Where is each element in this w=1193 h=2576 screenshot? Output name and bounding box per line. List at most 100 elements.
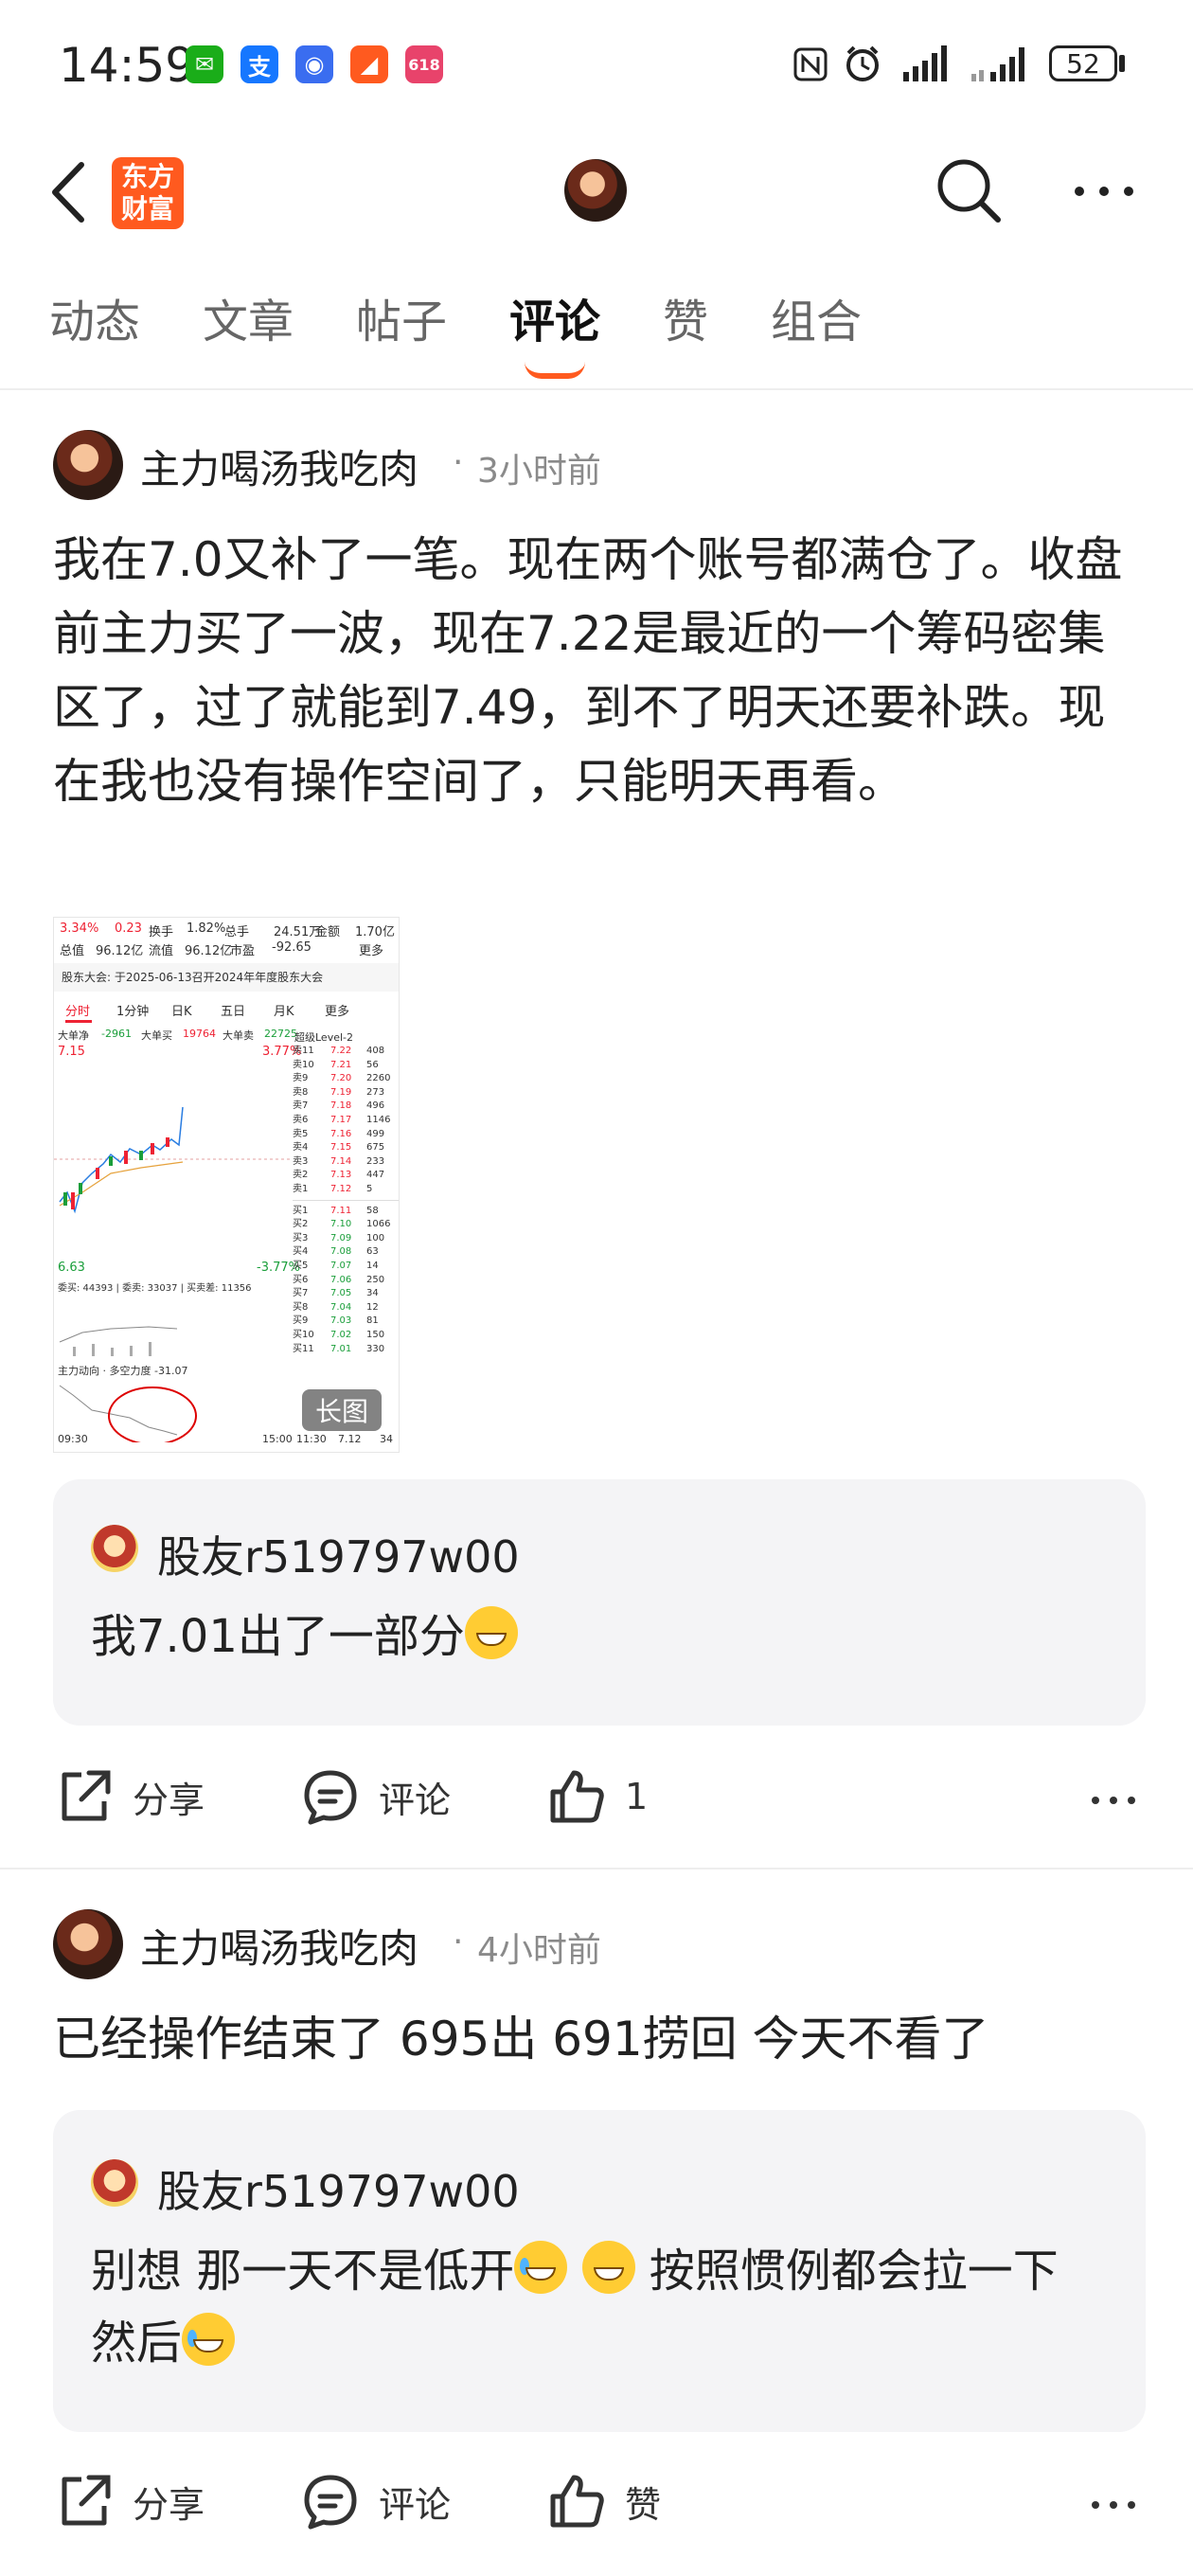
img-orderbook-row: 买9 7.03 81 (293, 1315, 399, 1328)
comment-button[interactable]: 评论 (301, 1767, 451, 1826)
img-float: 96.12亿 (185, 944, 233, 958)
reply-text: 别想 那一天不是低开 按照惯例都会拉一下 然后 (91, 2235, 1113, 2379)
search-icon[interactable] (934, 155, 1004, 225)
laugh-cry-emoji (514, 2241, 568, 2294)
img-orderbook-cell: 卖2 (293, 1170, 309, 1181)
img-pe: -92.65 (272, 940, 312, 955)
img-orderbook-cell: 7.05 (330, 1288, 352, 1299)
tab-portfolio[interactable]: 组合 (771, 284, 862, 350)
header-avatar[interactable] (564, 159, 627, 222)
img-orderbook-cell: 卖4 (293, 1142, 309, 1154)
share-button[interactable]: 分享 (55, 1767, 205, 1826)
tab-likes[interactable]: 赞 (663, 284, 708, 350)
img-flow-net: -2961 (101, 1028, 132, 1040)
comment-label: 评论 (379, 2483, 452, 2526)
quoted-reply[interactable]: 股友r519797w00 别想 那一天不是低开 按照惯例都会拉一下 然后 (53, 2110, 1146, 2432)
like-button[interactable]: 1 (547, 1767, 648, 1826)
img-orderbook-cell: 150 (366, 1330, 385, 1340)
alipay-icon: 支 (240, 45, 278, 83)
reply-user[interactable]: 股友r519797w00 (157, 2157, 520, 2220)
img-orderbook-row: 买4 7.08 63 (293, 1245, 399, 1259)
img-period-tab: 月K (274, 1005, 294, 1019)
img-orderbook-cell: 卖5 (293, 1128, 309, 1139)
img-orderbook-cell: 买6 (293, 1274, 309, 1285)
img-intraday-chart (54, 1106, 291, 1214)
img-orderbook-cell: 7.18 (330, 1100, 352, 1112)
img-orderbook-cell: 7.11 (330, 1205, 352, 1216)
img-orderbook-row: 买11 7.01 330 (293, 1343, 399, 1356)
tab-comments[interactable]: 评论 (509, 284, 600, 350)
img-period-tab: 更多 (325, 1005, 350, 1019)
share-button[interactable]: 分享 (55, 2472, 205, 2531)
post-text: 我在7.0又补了一笔。现在两个账号都满仓了。收盘前主力买了一波，现在7.22是最… (53, 532, 1123, 809)
share-label: 分享 (133, 2483, 205, 2526)
reply-avatar (91, 2159, 138, 2207)
img-orderbook-cell: 买11 (293, 1343, 314, 1354)
img-flow-sell-label: 大单卖 (223, 1029, 254, 1042)
author-name[interactable]: 主力喝汤我吃肉 (140, 1917, 418, 1975)
img-trade-vol: 34 (380, 1433, 393, 1445)
img-trade-price: 7.12 (338, 1433, 362, 1445)
img-orderbook-cell: 7.08 (330, 1246, 352, 1258)
img-orderbook-cell: 7.14 (330, 1155, 352, 1167)
post-more-icon[interactable] (1091, 2500, 1136, 2510)
img-orderbook-cell: 买3 (293, 1232, 309, 1243)
reply-user[interactable]: 股友r519797w00 (157, 1523, 520, 1585)
post-text: 已经操作结束了 695出 691捞回 今天不看了 (53, 2012, 989, 2066)
img-period-tab: 1分钟 (116, 1005, 150, 1019)
tab-posts[interactable]: 帖子 (356, 284, 447, 350)
img-orderbook-row: 卖7 7.18 496 (293, 1100, 399, 1113)
img-notice: 股东大会: 于2025-06-13召开2024年年度股东大会 (62, 971, 324, 984)
img-orderbook-row: 买3 7.09 100 (293, 1232, 399, 1245)
img-orderbook-row: 卖11 7.22 408 (293, 1045, 399, 1058)
img-orderbook-cell: 卖11 (293, 1046, 314, 1056)
img-orderbook-cell: 买9 (293, 1315, 309, 1327)
wechat-icon: ✉ (186, 45, 223, 83)
img-orderbook-cell: 447 (366, 1170, 385, 1181)
img-orderbook-cell: 330 (366, 1343, 385, 1354)
img-volume-line: 委买: 44393 | 委卖: 33037 | 买卖差: 11356 (58, 1283, 252, 1294)
signal-icon (903, 45, 947, 81)
img-orderbook-cell: 250 (366, 1274, 385, 1285)
img-time-start: 09:30 (58, 1433, 88, 1445)
author-name[interactable]: 主力喝汤我吃肉 (140, 438, 418, 495)
img-orderbook-row: 卖2 7.13 447 (293, 1169, 399, 1182)
img-orderbook-row: 卖3 7.14 233 (293, 1155, 399, 1169)
img-orderbook-cell: 7.01 (330, 1343, 352, 1354)
comment-icon (304, 1770, 357, 1825)
img-orderbook-row: 买2 7.10 1066 (293, 1218, 399, 1231)
comment-button[interactable]: 评论 (301, 2472, 451, 2531)
img-orderbook-cell: 买1 (293, 1205, 309, 1216)
img-volume-chart (59, 1326, 178, 1356)
img-orderbook-cell: 56 (366, 1059, 379, 1070)
more-icon[interactable] (1074, 186, 1134, 197)
author-avatar[interactable] (53, 430, 123, 500)
img-orderbook-cell: 499 (366, 1128, 385, 1139)
tab-dynamics[interactable]: 动态 (49, 284, 140, 350)
img-mcap-label: 总值 (60, 944, 85, 958)
back-arrow-icon[interactable] (47, 161, 89, 224)
img-orderbook-cell: 7.20 (330, 1073, 352, 1084)
img-orderbook-row: 卖10 7.21 56 (293, 1059, 399, 1072)
img-indicator-chart (59, 1385, 197, 1442)
quoted-reply[interactable]: 股友r519797w00 我7.01出了一部分 (53, 1479, 1146, 1726)
post-more-icon[interactable] (1091, 1796, 1136, 1805)
img-orderbook-cell: 7.06 (330, 1274, 352, 1285)
post-image[interactable]: 3.34% 0.23 换手 1.82% 总手 24.51万 金额 1.70亿 总… (53, 917, 400, 1453)
img-orderbook-cell: 7.02 (330, 1330, 352, 1340)
grin-emoji (464, 1606, 518, 1659)
img-orderbook-row: 买7 7.05 34 (293, 1287, 399, 1300)
img-orderbook-cell: 7.22 (330, 1046, 352, 1056)
reply-avatar (91, 1525, 138, 1572)
tab-articles[interactable]: 文章 (203, 284, 294, 350)
img-orderbook-cell: 买7 (293, 1288, 309, 1299)
img-orderbook-cell: 7.15 (330, 1142, 352, 1154)
img-orderbook-cell: 34 (366, 1288, 379, 1299)
like-button[interactable]: 赞 (547, 2472, 661, 2531)
img-pe-label: 市盈 (230, 944, 256, 958)
alarm-icon (846, 45, 879, 81)
img-turnover-label: 换手 (149, 925, 174, 939)
author-avatar[interactable] (53, 1909, 123, 1979)
img-orderbook-row: 卖8 7.19 273 (293, 1086, 399, 1100)
img-pct: 3.34% (60, 921, 99, 936)
